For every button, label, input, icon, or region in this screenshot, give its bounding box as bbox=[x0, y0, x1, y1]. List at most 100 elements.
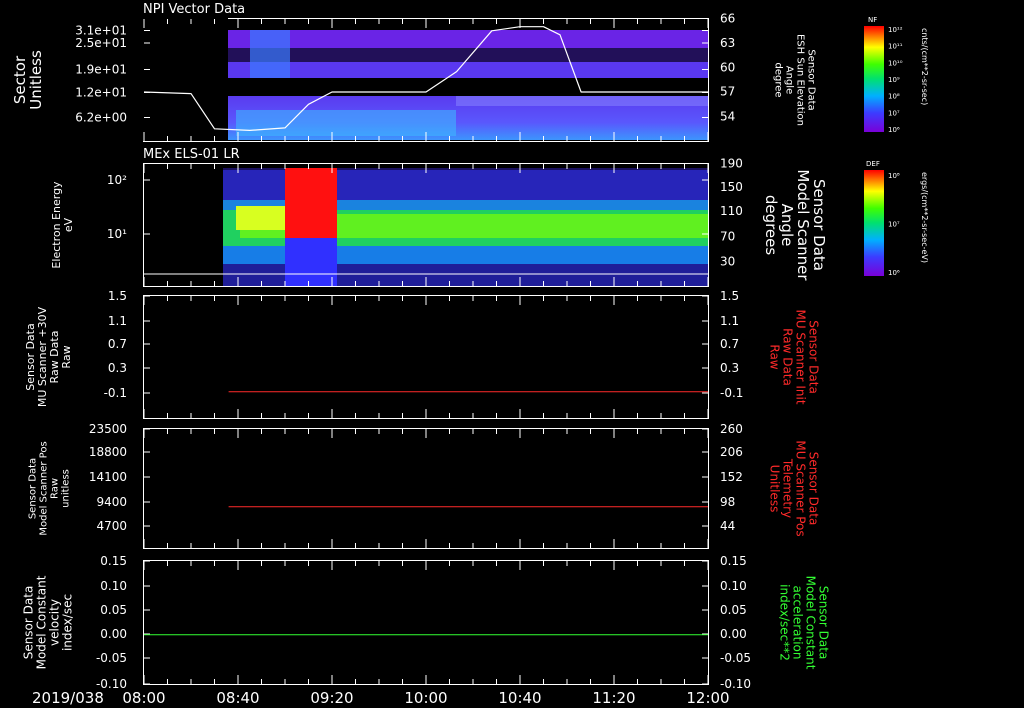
panel-3-y2label: Raw bbox=[768, 344, 782, 369]
panel-5-ytick-label: 0.15 bbox=[100, 554, 127, 568]
colorbar-1-tick-label: 10⁸ bbox=[888, 93, 900, 101]
panel-5-ylabel: index/sec bbox=[61, 594, 75, 651]
panel-5-ytick-label: 0.05 bbox=[100, 603, 127, 617]
colorbar-2-tick-label: 10⁸ bbox=[888, 172, 900, 180]
panel-2-ytick-label: 10² bbox=[107, 173, 127, 187]
panel-4-y2label: MU Scanner Pos bbox=[794, 440, 808, 536]
panel-4-y2label: Sensor Data bbox=[807, 452, 821, 526]
panel-5-ytick-label: 0.10 bbox=[100, 579, 127, 593]
panel-1-y2tick-label: 57 bbox=[720, 85, 735, 99]
panel-3-ytick-label: 0.3 bbox=[108, 361, 127, 375]
npi-spectrogram bbox=[140, 18, 708, 141]
panel-3-ytick-label: -0.1 bbox=[104, 386, 127, 400]
panel-3-y2tick-label: 1.1 bbox=[720, 314, 739, 328]
panel-5-y2label: acceleration bbox=[791, 586, 805, 660]
x-tick-label: 08:00 bbox=[122, 689, 165, 707]
date-label: 2019/038 bbox=[32, 689, 104, 707]
panel-1-ytick-label: 6.2e+00 bbox=[75, 111, 127, 125]
panel-4-ylabel: unitless bbox=[61, 469, 72, 508]
panel-5-frame bbox=[143, 560, 709, 685]
panel-5-y2tick-label: 0.05 bbox=[720, 603, 747, 617]
panel-1-y2tick-label: 63 bbox=[720, 36, 735, 50]
panel-4-frame bbox=[143, 428, 709, 549]
panel-5-y2tick-label: 0.00 bbox=[720, 627, 747, 641]
panel-1-ytick-label: 1.2e+01 bbox=[75, 86, 127, 100]
panel-3-y2tick-label: 0.3 bbox=[720, 361, 739, 375]
panel-4-ytick-label: 4700 bbox=[96, 519, 127, 533]
x-tick-label: 12:00 bbox=[686, 689, 729, 707]
panel-4-ylabel: Raw bbox=[50, 478, 61, 499]
panel-4-y2label: Telemetry bbox=[781, 458, 795, 518]
colorbar-1-tick-label: 10⁹ bbox=[888, 76, 900, 84]
x-tick-label: 10:40 bbox=[498, 689, 541, 707]
panel-3-y2tick-label: 1.5 bbox=[720, 289, 739, 303]
panel-4-ytick-label: 23500 bbox=[89, 422, 127, 436]
panel-4-ytick-label: 14100 bbox=[89, 470, 127, 484]
colorbar-1-label: NF bbox=[868, 16, 877, 24]
multi-panel-plot: 3.1e+012.5e+011.9e+011.2e+016.2e+0066636… bbox=[11, 2, 929, 707]
colorbar-1-tick-label: 10⁶ bbox=[888, 126, 900, 134]
panel-3-ytick-label: 0.7 bbox=[108, 337, 127, 351]
panel-4-y2tick-label: 152 bbox=[720, 470, 743, 484]
panel-3-y2tick-label: 0.7 bbox=[720, 337, 739, 351]
panel-1-ytick-label: 1.9e+01 bbox=[75, 63, 127, 77]
panel-4-ytick-label: 9400 bbox=[96, 495, 127, 509]
panel-2-ytick-label: 10¹ bbox=[107, 227, 127, 241]
colorbar-1-tick-label: 10¹¹ bbox=[888, 43, 903, 51]
panel-1-y2tick-label: 60 bbox=[720, 61, 735, 75]
panel-3-ylabel: Raw bbox=[60, 345, 73, 368]
panel-4-ytick-label: 18800 bbox=[89, 445, 127, 459]
panel-5-ylabel: Sensor Data bbox=[22, 586, 36, 660]
panel-4-y2tick-label: 44 bbox=[720, 519, 735, 533]
panel-4-y2tick-label: 98 bbox=[720, 495, 735, 509]
panel-5-y2label: index/sec**2 bbox=[778, 584, 792, 661]
panel-5-y2tick-label: -0.05 bbox=[720, 651, 751, 665]
panel-3-ytick-label: 1.5 bbox=[108, 289, 127, 303]
panel-2-title: MEx ELS-01 LR bbox=[143, 147, 240, 162]
panel-3-ytick-label: 1.1 bbox=[108, 314, 127, 328]
panel-1-title: NPI Vector Data bbox=[143, 2, 245, 17]
x-tick-label: 09:20 bbox=[310, 689, 353, 707]
panel-2-y2tick-label: 70 bbox=[720, 230, 735, 244]
colorbar-1-tick-label: 10¹² bbox=[888, 26, 903, 34]
panel-1-y2tick-label: 66 bbox=[720, 12, 735, 26]
panel-5-y2tick-label: 0.10 bbox=[720, 579, 747, 593]
colorbar-1-units: cnts/(cm**2-sr-sec) bbox=[920, 28, 929, 105]
panel-5-y2label: Model Constant bbox=[804, 576, 818, 670]
panel-5-y2tick-label: 0.15 bbox=[720, 554, 747, 568]
colorbar-2-units: ergs/(cm**2-sr-sec-eV) bbox=[920, 172, 929, 263]
panel-3-y2label: Raw Data bbox=[781, 328, 795, 386]
panel-2-y2tick-label: 110 bbox=[720, 204, 743, 218]
panel-1-y2label: Angle bbox=[784, 66, 795, 94]
panel-2-y2tick-label: 190 bbox=[720, 157, 743, 171]
panel-1-y2label: ESH Sun Elevation bbox=[795, 34, 806, 126]
panel-5-ylabel: Model Constant bbox=[35, 575, 49, 669]
x-tick-label: 08:40 bbox=[216, 689, 259, 707]
panel-3-y2label: MU Scanner Init bbox=[794, 309, 808, 404]
panel-5-y2label: Sensor Data bbox=[817, 586, 831, 660]
panel-1-y2tick-label: 54 bbox=[720, 110, 735, 124]
colorbar-1-tick-label: 10⁷ bbox=[888, 109, 900, 117]
panel-3-y2tick-label: -0.1 bbox=[720, 386, 743, 400]
panel-4-y2tick-label: 260 bbox=[720, 422, 743, 436]
els-spectrogram bbox=[223, 168, 708, 286]
x-tick-label: 10:00 bbox=[404, 689, 447, 707]
panel-1-y2label: Sensor Data bbox=[806, 49, 817, 110]
panel-2-y2tick-label: 150 bbox=[720, 180, 743, 194]
panel-4-y2label: Unitless bbox=[768, 465, 782, 513]
panel-1-ytick-label: 2.5e+01 bbox=[75, 36, 127, 50]
colorbar-2-tick-label: 10⁶ bbox=[888, 269, 900, 277]
panel-5-ylabel: velocity bbox=[48, 599, 62, 646]
panel-1-ylabel: Unitless bbox=[27, 50, 45, 110]
panel-5-ytick-label: 0.00 bbox=[100, 627, 127, 641]
panel-4-ylabel: Sensor Data bbox=[28, 458, 39, 519]
colorbar-1-tick-label: 10¹⁰ bbox=[888, 59, 903, 67]
panel-1-y2label: degree bbox=[773, 62, 784, 97]
colorbar-2-label: DEF bbox=[866, 160, 880, 168]
panel-2-y2label: degrees bbox=[762, 195, 780, 256]
panel-4-y2tick-label: 206 bbox=[720, 445, 743, 459]
colorbar-2-tick-label: 10⁷ bbox=[888, 221, 900, 229]
panel-2-ylabel: eV bbox=[62, 217, 75, 232]
x-tick-label: 11:20 bbox=[592, 689, 635, 707]
panel-5-ytick-label: -0.05 bbox=[96, 651, 127, 665]
